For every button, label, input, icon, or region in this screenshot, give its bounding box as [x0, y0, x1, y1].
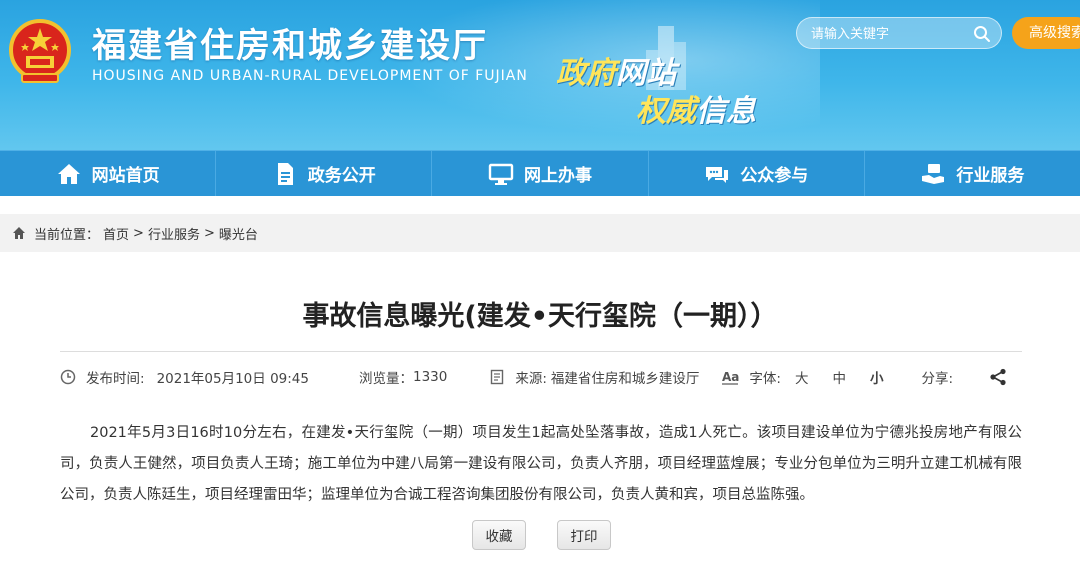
views-count: 1330	[412, 369, 448, 385]
national-emblem-icon	[9, 19, 71, 83]
slogan-line-1-a: 政府	[556, 56, 616, 91]
home-icon	[57, 163, 80, 184]
font-size-icon: Aa	[722, 370, 739, 385]
source-icon	[491, 369, 504, 385]
nav-item-industry-service[interactable]: 行业服务	[865, 151, 1080, 196]
slogan-line-2: 权威信息	[636, 86, 756, 130]
chat-icon	[706, 166, 729, 183]
favorite-button[interactable]: 收藏	[472, 520, 526, 550]
article-title: 事故信息曝光(建发•天行玺院（一期））	[302, 301, 778, 332]
search-box	[796, 17, 1002, 49]
breadcrumb: 当前位置： 首页 > 行业服务 > 曝光台	[0, 214, 1080, 252]
slogan-line-2-a: 权威	[636, 94, 696, 129]
nav-item-affairs[interactable]: 政务公开	[216, 151, 433, 196]
article-meta: 发布时间: 2021年05月10日 09:45 浏览量： 1330 来源: 福建…	[60, 364, 1007, 390]
font-size-large[interactable]: 大	[795, 367, 809, 387]
nav-item-home[interactable]: 网站首页	[0, 151, 217, 196]
handshake-icon	[922, 163, 945, 184]
breadcrumb-separator: >	[133, 225, 144, 241]
source-value: 福建省住房和城乡建设厅	[550, 371, 700, 387]
nav-item-label: 网上办事	[524, 166, 592, 186]
breadcrumb-exposure[interactable]: 曝光台	[219, 224, 258, 243]
nav-item-label: 网站首页	[91, 166, 160, 186]
spacer	[0, 196, 1080, 214]
print-button[interactable]: 打印	[557, 520, 611, 550]
nav-item-label: 公众参与	[740, 166, 809, 186]
breadcrumb-industry-service[interactable]: 行业服务	[148, 224, 200, 243]
views-label: 浏览量：	[358, 371, 413, 387]
svg-text:Aa: Aa	[722, 370, 739, 384]
clock-icon	[60, 369, 76, 385]
nav-item-label: 行业服务	[956, 166, 1025, 186]
home-icon	[13, 227, 25, 239]
article: 事故信息曝光(建发•天行玺院（一期）） 发布时间: 2021年05月10日 09…	[0, 252, 1080, 584]
article-body: 2021年5月3日16时10分左右，在建发•天行玺院（一期）项目发生1起高处坠落…	[60, 425, 1022, 503]
publish-time-label: 发布时间:	[86, 371, 145, 387]
site-subtitle: HOUSING AND URBAN-RURAL DEVELOPMENT OF F…	[92, 68, 528, 84]
document-icon	[277, 162, 293, 185]
advanced-search-button[interactable]: 高级搜索	[1012, 17, 1080, 49]
nav-item-participation[interactable]: 公众参与	[649, 151, 865, 196]
main-nav: 网站首页 政务公开 网上办事 公众参与 行业服务	[0, 150, 1080, 196]
source-label: 来源:	[515, 371, 547, 387]
nav-item-label: 政务公开	[307, 166, 376, 186]
font-label: 字体:	[749, 371, 781, 387]
breadcrumb-prefix: 当前位置：	[34, 227, 100, 243]
breadcrumb-home[interactable]: 首页	[103, 224, 129, 243]
monitor-icon	[488, 163, 514, 185]
site-title[interactable]: 福建省住房和城乡建设厅	[92, 18, 488, 67]
search-icon[interactable]	[973, 25, 991, 43]
nav-item-online-service[interactable]: 网上办事	[432, 151, 649, 196]
share-label: 分享:	[921, 371, 954, 387]
slogan-line-2-b: 信息	[696, 94, 756, 129]
font-size-medium[interactable]: 中	[832, 367, 846, 387]
share-icon[interactable]	[989, 368, 1007, 386]
search-input[interactable]	[811, 24, 971, 44]
font-size-small[interactable]: 小	[870, 367, 884, 387]
breadcrumb-separator: >	[203, 225, 215, 241]
publish-time: 2021年05月10日 09:45	[156, 371, 309, 387]
divider	[60, 351, 1022, 352]
header-banner: 福建省住房和城乡建设厅 HOUSING AND URBAN-RURAL DEVE…	[0, 0, 1080, 150]
